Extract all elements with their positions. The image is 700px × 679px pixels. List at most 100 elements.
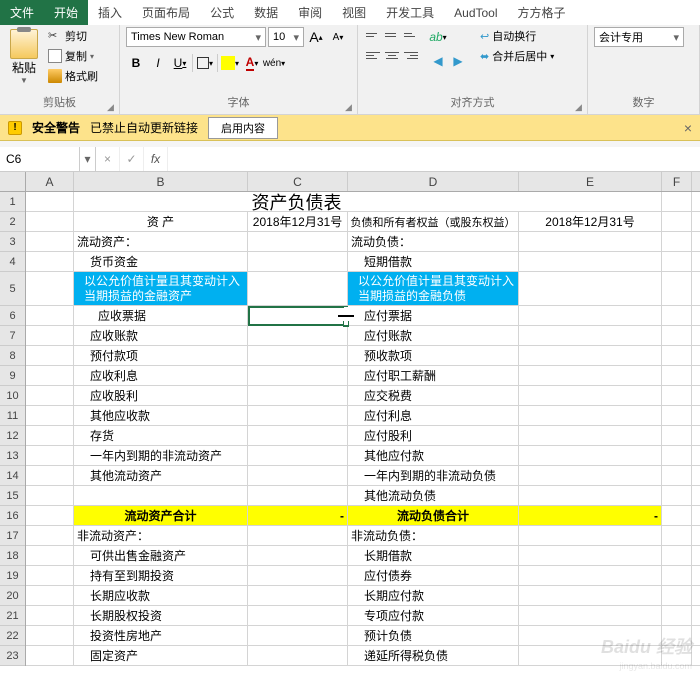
row-header[interactable]: 10	[0, 386, 25, 406]
cell[interactable]: 短期借款	[348, 252, 519, 271]
tab-layout[interactable]: 页面布局	[132, 0, 200, 25]
cells-area[interactable]: 资产负债表 资 产2018年12月31号负债和所有者权益（或股东权益）2018年…	[26, 192, 700, 666]
cell[interactable]: 非流动资产：	[74, 526, 248, 545]
row-header[interactable]: 17	[0, 526, 25, 546]
row-header[interactable]: 7	[0, 326, 25, 346]
cell[interactable]: 应收股利	[74, 386, 248, 405]
font-launcher[interactable]: ◢	[345, 102, 355, 112]
cell[interactable]: 递延所得税负债	[348, 646, 519, 665]
row-header[interactable]: 4	[0, 252, 25, 272]
row-header[interactable]: 16	[0, 506, 25, 526]
cell[interactable]: 可供出售金融资产	[74, 546, 248, 565]
font-name-combo[interactable]: Times New Roman▾	[126, 27, 266, 47]
row-header[interactable]: 18	[0, 546, 25, 566]
cell[interactable]: 应付账款	[348, 326, 519, 345]
cell[interactable]: -	[248, 506, 348, 525]
cell[interactable]: 流动资产合计	[74, 506, 248, 525]
align-launcher[interactable]: ◢	[575, 102, 585, 112]
select-all-corner[interactable]	[0, 172, 26, 191]
font-color-button[interactable]: A▾	[242, 53, 262, 73]
cell[interactable]: 流动负债合计	[348, 506, 519, 525]
align-middle-button[interactable]	[383, 27, 401, 43]
cell[interactable]: 应交税费	[348, 386, 519, 405]
cell[interactable]: 专项应付款	[348, 606, 519, 625]
cell[interactable]: 应付利息	[348, 406, 519, 425]
cell[interactable]: 应付债券	[348, 566, 519, 585]
cell[interactable]: 长期应收款	[74, 586, 248, 605]
cell[interactable]: 其他流动负债	[348, 486, 519, 505]
cell[interactable]: 长期应付款	[348, 586, 519, 605]
increase-font-button[interactable]: A▴	[306, 27, 326, 47]
decrease-font-button[interactable]: A▾	[328, 27, 348, 47]
align-top-button[interactable]	[364, 27, 382, 43]
cell[interactable]: 应付股利	[348, 426, 519, 445]
paste-button[interactable]: 粘贴 ▼	[6, 27, 42, 87]
cell[interactable]: 预付款项	[74, 346, 248, 365]
col-header-b[interactable]: B	[74, 172, 248, 191]
border-button[interactable]: ▾	[195, 53, 215, 73]
row-header[interactable]: 19	[0, 566, 25, 586]
col-header-a[interactable]: A	[26, 172, 74, 191]
merge-center-button[interactable]: ⬌合并后居中 ▾	[478, 47, 556, 65]
tab-data[interactable]: 数据	[244, 0, 288, 25]
fill-color-button[interactable]: ▾	[220, 53, 240, 73]
cell[interactable]: 资 产	[74, 212, 248, 231]
cell[interactable]: -	[519, 506, 662, 525]
row-header[interactable]: 2	[0, 212, 25, 232]
row-header[interactable]: 11	[0, 406, 25, 426]
tab-insert[interactable]: 插入	[88, 0, 132, 25]
tab-ffgz[interactable]: 方方格子	[508, 0, 576, 25]
col-header-c[interactable]: C	[248, 172, 348, 191]
cell[interactable]: 长期借款	[348, 546, 519, 565]
clipboard-launcher[interactable]: ◢	[107, 102, 117, 112]
phonetic-button[interactable]: wén▾	[264, 53, 284, 73]
tab-audtool[interactable]: AudTool	[444, 0, 507, 25]
font-size-combo[interactable]: 10▾	[268, 27, 304, 47]
align-right-button[interactable]	[402, 47, 420, 63]
row-header[interactable]: 6	[0, 306, 25, 326]
col-header-f[interactable]: F	[662, 172, 692, 191]
cell[interactable]: 负债和所有者权益（或股东权益）	[348, 212, 519, 231]
align-bottom-button[interactable]	[402, 27, 420, 43]
orientation-button[interactable]: ab▾	[428, 27, 448, 47]
cell[interactable]: 以公允价值计量且其变动计入当期损益的金融资产	[74, 272, 248, 305]
underline-button[interactable]: U▾	[170, 53, 190, 73]
row-header[interactable]: 1	[0, 192, 25, 212]
tab-home[interactable]: 开始	[44, 0, 88, 25]
close-icon[interactable]: ×	[684, 120, 692, 136]
cell[interactable]: 预计负债	[348, 626, 519, 645]
cell[interactable]: 其他流动资产	[74, 466, 248, 485]
accept-formula-button[interactable]: ✓	[120, 147, 144, 171]
name-box-dropdown[interactable]: ▾	[80, 147, 96, 171]
cut-button[interactable]: ✂剪切	[46, 27, 100, 45]
row-header[interactable]: 12	[0, 426, 25, 446]
row-header[interactable]: 15	[0, 486, 25, 506]
cell[interactable]: 资产负债表	[74, 192, 519, 211]
format-painter-button[interactable]: 格式刷	[46, 67, 100, 85]
cell[interactable]: 2018年12月31号	[248, 212, 348, 231]
cell[interactable]: 应收账款	[74, 326, 248, 345]
row-header[interactable]: 21	[0, 606, 25, 626]
cell[interactable]: 以公允价值计量且其变动计入当期损益的金融负债	[348, 272, 519, 305]
row-header[interactable]: 13	[0, 446, 25, 466]
cell[interactable]: 应付职工薪酬	[348, 366, 519, 385]
enable-content-button[interactable]: 启用内容	[208, 117, 278, 139]
cell[interactable]: 应收票据	[74, 306, 248, 325]
align-center-button[interactable]	[383, 47, 401, 63]
tab-view[interactable]: 视图	[332, 0, 376, 25]
cancel-formula-button[interactable]: ×	[96, 147, 120, 171]
cell[interactable]: 非流动负债：	[348, 526, 519, 545]
fx-button[interactable]: fx	[144, 147, 168, 171]
cell[interactable]: 固定资产	[74, 646, 248, 665]
cell[interactable]: 投资性房地产	[74, 626, 248, 645]
tab-file[interactable]: 文件	[0, 0, 44, 25]
decrease-indent-button[interactable]: ◀	[428, 51, 448, 71]
increase-indent-button[interactable]: ▶	[448, 51, 468, 71]
cell[interactable]: 持有至到期投资	[74, 566, 248, 585]
number-format-combo[interactable]: 会计专用▾	[594, 27, 684, 47]
col-header-d[interactable]: D	[348, 172, 519, 191]
row-header[interactable]: 23	[0, 646, 25, 666]
cell[interactable]: 流动资产：	[74, 232, 248, 251]
copy-button[interactable]: 复制 ▾	[46, 47, 100, 65]
row-header[interactable]: 3	[0, 232, 25, 252]
